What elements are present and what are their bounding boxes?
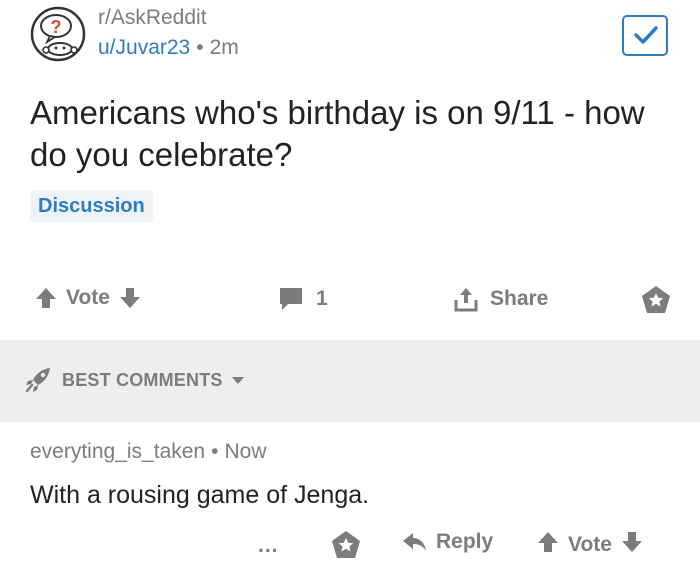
- comment-author[interactable]: everyting_is_taken: [30, 440, 205, 463]
- comment-save-button[interactable]: [331, 530, 361, 560]
- comment-count: 1: [316, 287, 328, 310]
- reply-label: Reply: [436, 530, 494, 553]
- star-icon: [332, 531, 360, 558]
- post-meta: u/Juvar23 • 2m: [98, 36, 239, 60]
- post-flair[interactable]: Discussion: [30, 190, 153, 222]
- select-checkbox[interactable]: [622, 15, 668, 56]
- comment-sort-dropdown[interactable]: BEST COMMENTS: [24, 367, 245, 393]
- comment-sort-bar: BEST COMMENTS: [0, 340, 700, 422]
- upvote-arrow-icon: [538, 532, 558, 552]
- comment-vote-label: Vote: [568, 533, 612, 556]
- svg-text:?: ?: [51, 17, 62, 37]
- comment-vote-control: Vote: [536, 530, 644, 560]
- downvote-arrow-icon: [621, 532, 642, 552]
- vote-label: Vote: [66, 286, 110, 309]
- post-age: 2m: [209, 36, 239, 59]
- post-vote-control: Vote: [34, 286, 142, 310]
- meta-separator: •: [211, 440, 219, 463]
- share-label: Share: [490, 287, 549, 310]
- comment-downvote-button[interactable]: [620, 530, 644, 560]
- downvote-arrow-icon: [119, 288, 140, 308]
- star-icon: [642, 286, 670, 313]
- reply-button[interactable]: Reply: [402, 530, 493, 554]
- comment-bubble-icon: [280, 288, 302, 310]
- checkmark-icon: [634, 26, 658, 44]
- reply-arrow-icon: [403, 533, 426, 551]
- comments-button[interactable]: 1: [278, 286, 328, 312]
- save-button[interactable]: [641, 285, 671, 315]
- downvote-button[interactable]: [118, 286, 142, 310]
- chevron-down-icon: [231, 377, 244, 384]
- subreddit-icon[interactable]: ?: [30, 6, 86, 62]
- post-title[interactable]: Americans who's birthday is on 9/11 - ho…: [30, 92, 680, 176]
- comment-body: With a rousing game of Jenga.: [30, 481, 370, 509]
- share-button[interactable]: Share: [454, 286, 548, 312]
- post-action-bar: Vote 1 Share: [0, 280, 700, 324]
- post-header: ? r/AskReddit u/Juvar23 • 2m: [0, 0, 700, 80]
- upvote-arrow-icon: [36, 288, 56, 308]
- subreddit-name[interactable]: r/AskReddit: [98, 6, 207, 30]
- meta-separator: •: [196, 36, 204, 59]
- comment-meta: everyting_is_taken • Now: [30, 440, 266, 464]
- upvote-button[interactable]: [34, 286, 58, 310]
- post-author[interactable]: u/Juvar23: [98, 36, 190, 59]
- comment-upvote-button[interactable]: [536, 530, 560, 560]
- share-icon: [454, 288, 478, 312]
- comment-age: Now: [224, 440, 267, 463]
- sort-label: BEST COMMENTS: [62, 369, 223, 390]
- comment-action-bar: ... Reply Vote: [0, 526, 700, 566]
- rocket-icon: [25, 368, 50, 393]
- more-options-button[interactable]: ...: [258, 534, 279, 558]
